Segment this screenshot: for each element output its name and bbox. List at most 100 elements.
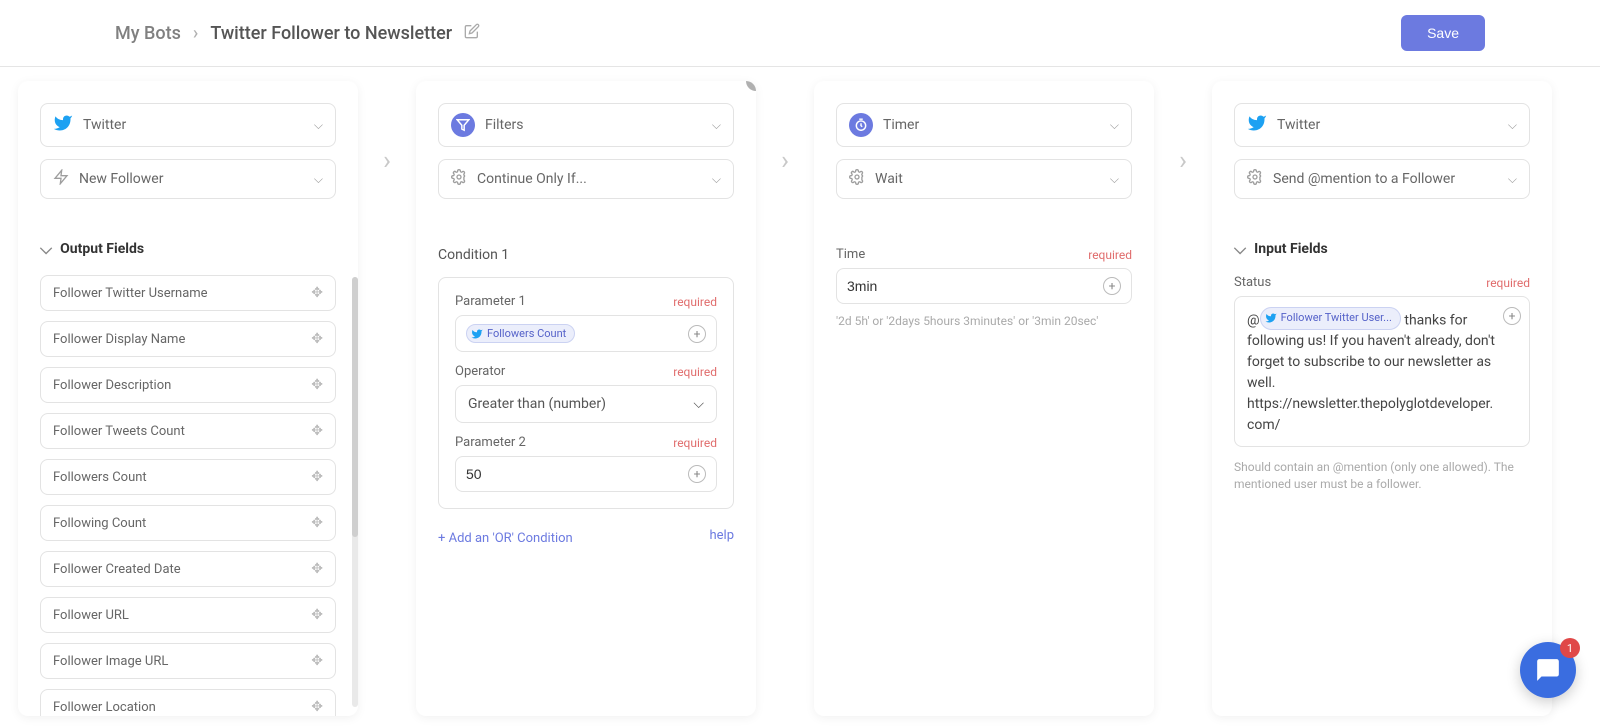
chevron-right-icon: › bbox=[1179, 146, 1187, 176]
param1-input[interactable]: Followers Count + bbox=[455, 315, 717, 352]
step-card-trigger: Twitter ⌵ New Follower ⌵ ⌵ Output Fields… bbox=[18, 81, 358, 716]
drag-handle-icon[interactable]: ✥ bbox=[311, 515, 323, 531]
action-selector[interactable]: Send @mention to a Follower ⌵ bbox=[1234, 159, 1530, 199]
timer-icon bbox=[849, 113, 873, 137]
chat-widget[interactable]: 1 bbox=[1520, 642, 1576, 698]
drag-handle-icon[interactable]: ✥ bbox=[311, 653, 323, 669]
action-label: Send @mention to a Follower bbox=[1273, 171, 1498, 187]
status-text-body: thanks for following us! If you haven't … bbox=[1247, 312, 1495, 433]
time-hint: '2d 5h' or '2days 5hours 3minutes' or '3… bbox=[836, 314, 1132, 328]
gear-icon bbox=[849, 169, 865, 189]
app-label: Twitter bbox=[1277, 117, 1498, 133]
twitter-icon bbox=[53, 113, 73, 137]
header-bar: My Bots › Twitter Follower to Newsletter… bbox=[0, 0, 1600, 67]
param-token[interactable]: Followers Count bbox=[466, 324, 575, 343]
output-field[interactable]: Follower Tweets Count✥ bbox=[40, 413, 336, 449]
status-input[interactable]: + @ Follower Twitter User... thanks for … bbox=[1234, 296, 1530, 447]
param2-input[interactable]: + bbox=[455, 456, 717, 492]
app-label: Filters bbox=[485, 117, 702, 133]
output-fields-header[interactable]: ⌵ Output Fields bbox=[40, 239, 336, 259]
output-field[interactable]: Follower URL✥ bbox=[40, 597, 336, 633]
breadcrumb: My Bots › Twitter Follower to Newsletter bbox=[115, 23, 480, 44]
output-field[interactable]: Follower Twitter Username✥ bbox=[40, 275, 336, 311]
add-token-button[interactable]: + bbox=[688, 325, 706, 343]
add-token-button[interactable]: + bbox=[1503, 307, 1521, 325]
action-selector[interactable]: New Follower ⌵ bbox=[40, 159, 336, 199]
output-field[interactable]: Follower Image URL✥ bbox=[40, 643, 336, 679]
chevron-down-icon: ⌵ bbox=[712, 172, 721, 187]
help-link[interactable]: help bbox=[709, 528, 734, 543]
add-token-button[interactable]: + bbox=[1103, 277, 1121, 295]
add-or-condition[interactable]: + Add an 'OR' Condition bbox=[438, 531, 734, 546]
time-field[interactable] bbox=[847, 278, 1103, 294]
output-field[interactable]: Following Count✥ bbox=[40, 505, 336, 541]
output-field[interactable]: Follower Location✥ bbox=[40, 689, 336, 716]
section-title-label: Output Fields bbox=[60, 241, 144, 257]
breadcrumb-current: Twitter Follower to Newsletter bbox=[210, 23, 452, 44]
output-field[interactable]: Follower Created Date✥ bbox=[40, 551, 336, 587]
app-selector[interactable]: Timer ⌵ bbox=[836, 103, 1132, 147]
drag-handle-icon[interactable]: ✥ bbox=[311, 285, 323, 301]
drag-handle-icon[interactable]: ✥ bbox=[311, 561, 323, 577]
operator-select[interactable]: Greater than (number) ⌵ bbox=[455, 385, 717, 423]
filter-icon bbox=[451, 113, 475, 137]
chevron-down-icon: ⌵ bbox=[1234, 239, 1246, 259]
drag-handle-icon[interactable]: ✥ bbox=[311, 423, 323, 439]
token-label: Follower Twitter User... bbox=[1281, 310, 1392, 327]
drag-handle-icon[interactable]: ✥ bbox=[311, 331, 323, 347]
chevron-down-icon: ⌵ bbox=[693, 396, 704, 412]
required-label: required bbox=[673, 295, 717, 309]
save-button[interactable]: Save bbox=[1401, 15, 1485, 51]
chat-badge: 1 bbox=[1560, 638, 1580, 658]
workflow-canvas: Twitter ⌵ New Follower ⌵ ⌵ Output Fields… bbox=[0, 67, 1600, 727]
step-connector: › bbox=[756, 81, 814, 241]
edit-icon[interactable] bbox=[464, 23, 480, 44]
output-field[interactable]: Follower Description✥ bbox=[40, 367, 336, 403]
time-input[interactable]: + bbox=[836, 268, 1132, 304]
twitter-icon bbox=[1247, 113, 1267, 137]
step-connector: › bbox=[1154, 81, 1212, 241]
chevron-right-icon: › bbox=[781, 146, 789, 176]
add-token-button[interactable]: + bbox=[688, 465, 706, 483]
token-label: Followers Count bbox=[487, 327, 566, 340]
chevron-down-icon: ⌵ bbox=[314, 118, 323, 133]
scrollbar-thumb[interactable] bbox=[352, 277, 358, 537]
scrollbar[interactable] bbox=[352, 277, 358, 707]
param-token[interactable]: Follower Twitter User... bbox=[1260, 307, 1401, 330]
chevron-down-icon: ⌵ bbox=[1508, 118, 1517, 133]
action-selector[interactable]: Wait ⌵ bbox=[836, 159, 1132, 199]
status-hint: Should contain an @mention (only one all… bbox=[1234, 459, 1530, 493]
param1-label: Parameter 1 bbox=[455, 294, 526, 309]
chevron-down-icon: ⌵ bbox=[314, 172, 323, 187]
chevron-right-icon: › bbox=[193, 23, 198, 44]
param2-label: Parameter 2 bbox=[455, 435, 526, 450]
output-field[interactable]: Follower Display Name✥ bbox=[40, 321, 336, 357]
param2-field[interactable] bbox=[466, 466, 688, 482]
step-card-filter: ✕ Filters ⌵ Continue Only If... ⌵ Condit… bbox=[416, 81, 756, 716]
required-label: required bbox=[1486, 276, 1530, 290]
chevron-down-icon: ⌵ bbox=[1110, 118, 1119, 133]
action-label: Wait bbox=[875, 171, 1100, 187]
chevron-down-icon: ⌵ bbox=[40, 239, 52, 259]
app-selector[interactable]: Twitter ⌵ bbox=[40, 103, 336, 147]
drag-handle-icon[interactable]: ✥ bbox=[311, 699, 323, 715]
required-label: required bbox=[673, 365, 717, 379]
required-label: required bbox=[1088, 248, 1132, 262]
output-field[interactable]: Followers Count✥ bbox=[40, 459, 336, 495]
input-fields-header[interactable]: ⌵ Input Fields bbox=[1234, 239, 1530, 259]
action-selector[interactable]: Continue Only If... ⌵ bbox=[438, 159, 734, 199]
breadcrumb-root[interactable]: My Bots bbox=[115, 23, 181, 44]
step-connector: › bbox=[358, 81, 416, 241]
section-title-label: Input Fields bbox=[1254, 241, 1328, 257]
drag-handle-icon[interactable]: ✥ bbox=[311, 607, 323, 623]
operator-value: Greater than (number) bbox=[468, 396, 606, 412]
gear-icon bbox=[451, 169, 467, 189]
required-label: required bbox=[673, 436, 717, 450]
chevron-right-icon: › bbox=[383, 146, 391, 176]
condition-title: Condition 1 bbox=[438, 247, 734, 263]
drag-handle-icon[interactable]: ✥ bbox=[311, 377, 323, 393]
app-selector[interactable]: Filters ⌵ bbox=[438, 103, 734, 147]
app-selector[interactable]: Twitter ⌵ bbox=[1234, 103, 1530, 147]
drag-handle-icon[interactable]: ✥ bbox=[311, 469, 323, 485]
close-icon[interactable]: ✕ bbox=[746, 81, 756, 91]
